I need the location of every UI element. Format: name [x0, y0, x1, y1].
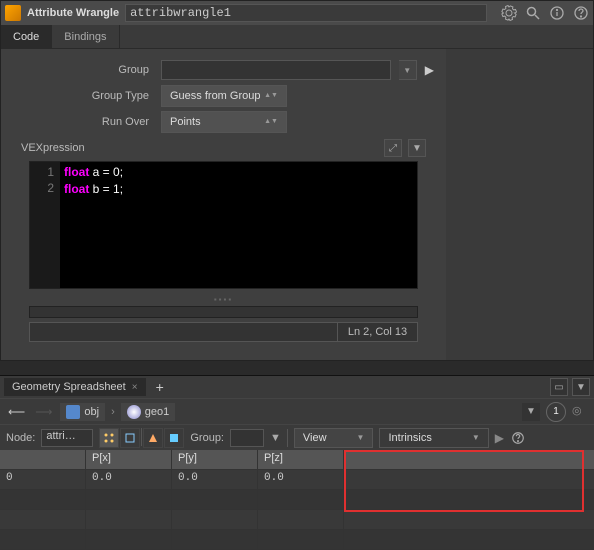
geo-icon: [127, 405, 141, 419]
pane-menu-icon[interactable]: ▭: [550, 378, 568, 396]
table-row: [0, 490, 594, 510]
points-filter-icon[interactable]: [99, 428, 119, 448]
node-name-input[interactable]: [125, 4, 487, 22]
group-dropdown-icon[interactable]: ▼: [399, 60, 417, 80]
vexpression-label: VEXpression: [21, 142, 85, 154]
expand-editor-icon[interactable]: ⤢: [384, 139, 402, 157]
help-icon[interactable]: [573, 5, 589, 21]
col-py[interactable]: P[y]: [172, 450, 258, 469]
node-field[interactable]: attri…: [41, 429, 93, 447]
filter-icon[interactable]: ▼: [270, 432, 281, 444]
add-tab-button[interactable]: +: [150, 379, 170, 395]
code-editor[interactable]: 12 float a = 0; float b = 1;: [29, 161, 418, 289]
table-row: [0, 530, 594, 550]
line-gutter: 12: [30, 162, 60, 288]
code-h-scrollbar[interactable]: [29, 306, 418, 318]
path-geo[interactable]: geo1: [121, 403, 175, 421]
intrinsics-label: Intrinsics: [388, 432, 431, 444]
gear-icon[interactable]: [501, 5, 517, 21]
group-filter-label: Group:: [190, 432, 224, 444]
col-index[interactable]: [0, 450, 86, 469]
updown-icon: ▲▼: [264, 119, 278, 125]
pane-tab-label: Geometry Spreadsheet: [12, 381, 126, 393]
group-filter-input[interactable]: [230, 429, 264, 447]
close-icon[interactable]: ×: [132, 382, 138, 393]
path-separator-icon: ›: [111, 406, 115, 418]
obj-icon: [66, 405, 80, 419]
group-type-select[interactable]: Guess from Group ▲▼: [161, 85, 287, 107]
view-dropdown[interactable]: View ▼: [294, 428, 374, 448]
tab-label: Code: [13, 31, 39, 43]
class-filter-icons: [99, 428, 184, 448]
info-icon[interactable]: [549, 5, 565, 21]
resize-grip[interactable]: ▪▪▪▪: [13, 293, 434, 306]
spreadsheet-help-icon[interactable]: [510, 430, 526, 446]
prims-filter-icon[interactable]: [143, 428, 163, 448]
chevron-down-icon: ▼: [357, 433, 365, 442]
chevron-down-icon: ▼: [472, 433, 480, 442]
view-label: View: [303, 432, 327, 444]
vex-dropdown-icon[interactable]: ▼: [408, 139, 426, 157]
tab-code[interactable]: Code: [1, 25, 52, 48]
nav-forward-icon[interactable]: ⟶: [33, 405, 54, 419]
table-row: [0, 510, 594, 530]
tab-geometry-spreadsheet[interactable]: Geometry Spreadsheet ×: [4, 378, 146, 396]
table-row[interactable]: 0 0.0 0.0 0.0: [0, 470, 594, 490]
attribute-wrangle-icon: [5, 5, 21, 21]
cursor-position: Ln 2, Col 13: [337, 323, 417, 341]
nav-back-icon[interactable]: ⟵: [6, 405, 27, 419]
cell-py: 0.0: [172, 470, 258, 489]
group-input[interactable]: [161, 60, 391, 80]
run-over-value: Points: [170, 116, 201, 128]
cell-pz: 0.0: [258, 470, 344, 489]
group-select-icon[interactable]: ▶: [425, 63, 434, 77]
code-body[interactable]: float a = 0; float b = 1;: [60, 162, 417, 288]
vertices-filter-icon[interactable]: [120, 428, 140, 448]
pin-icon[interactable]: ◎: [572, 404, 588, 420]
updown-icon: ▲▼: [264, 93, 278, 99]
param-tabs: Code Bindings: [1, 25, 593, 49]
group-label: Group: [13, 64, 153, 76]
tab-bindings[interactable]: Bindings: [52, 25, 119, 48]
spreadsheet: P[x] P[y] P[z] 0 0.0 0.0 0.0: [0, 450, 594, 550]
status-bar: Ln 2, Col 13: [29, 322, 418, 342]
col-px[interactable]: P[x]: [86, 450, 172, 469]
node-label: Node:: [6, 432, 35, 444]
group-type-value: Guess from Group: [170, 90, 260, 102]
status-output: [30, 323, 337, 341]
node-type-label: Attribute Wrangle: [27, 7, 119, 19]
tab-label: Bindings: [64, 31, 106, 43]
intrinsics-dropdown[interactable]: Intrinsics ▼: [379, 428, 488, 448]
pane-dropdown-icon[interactable]: ▼: [572, 378, 590, 396]
run-over-label: Run Over: [13, 116, 153, 128]
history-button[interactable]: 1: [546, 402, 566, 422]
path-obj-label: obj: [84, 406, 99, 418]
detail-filter-icon[interactable]: [164, 428, 184, 448]
path-dropdown-icon[interactable]: ▼: [522, 403, 540, 421]
pane-tab-row: Geometry Spreadsheet × + ▭ ▼: [0, 376, 594, 398]
cell-index: 0: [0, 470, 86, 489]
search-icon[interactable]: [525, 5, 541, 21]
run-over-select[interactable]: Points ▲▼: [161, 111, 287, 133]
titlebar: Attribute Wrangle: [1, 1, 593, 25]
group-type-label: Group Type: [13, 90, 153, 102]
play-icon[interactable]: ▶: [495, 431, 504, 445]
filter-bar: Node: attri… Group: ▼ View ▼ Intrinsics …: [0, 424, 594, 450]
sheet-header-row: P[x] P[y] P[z]: [0, 450, 594, 470]
path-geo-label: geo1: [145, 406, 169, 418]
path-obj[interactable]: obj: [60, 403, 105, 421]
col-pz[interactable]: P[z]: [258, 450, 344, 469]
cell-px: 0.0: [86, 470, 172, 489]
path-bar: ⟵ ⟶ obj › geo1 ▼ 1 ◎: [0, 398, 594, 424]
